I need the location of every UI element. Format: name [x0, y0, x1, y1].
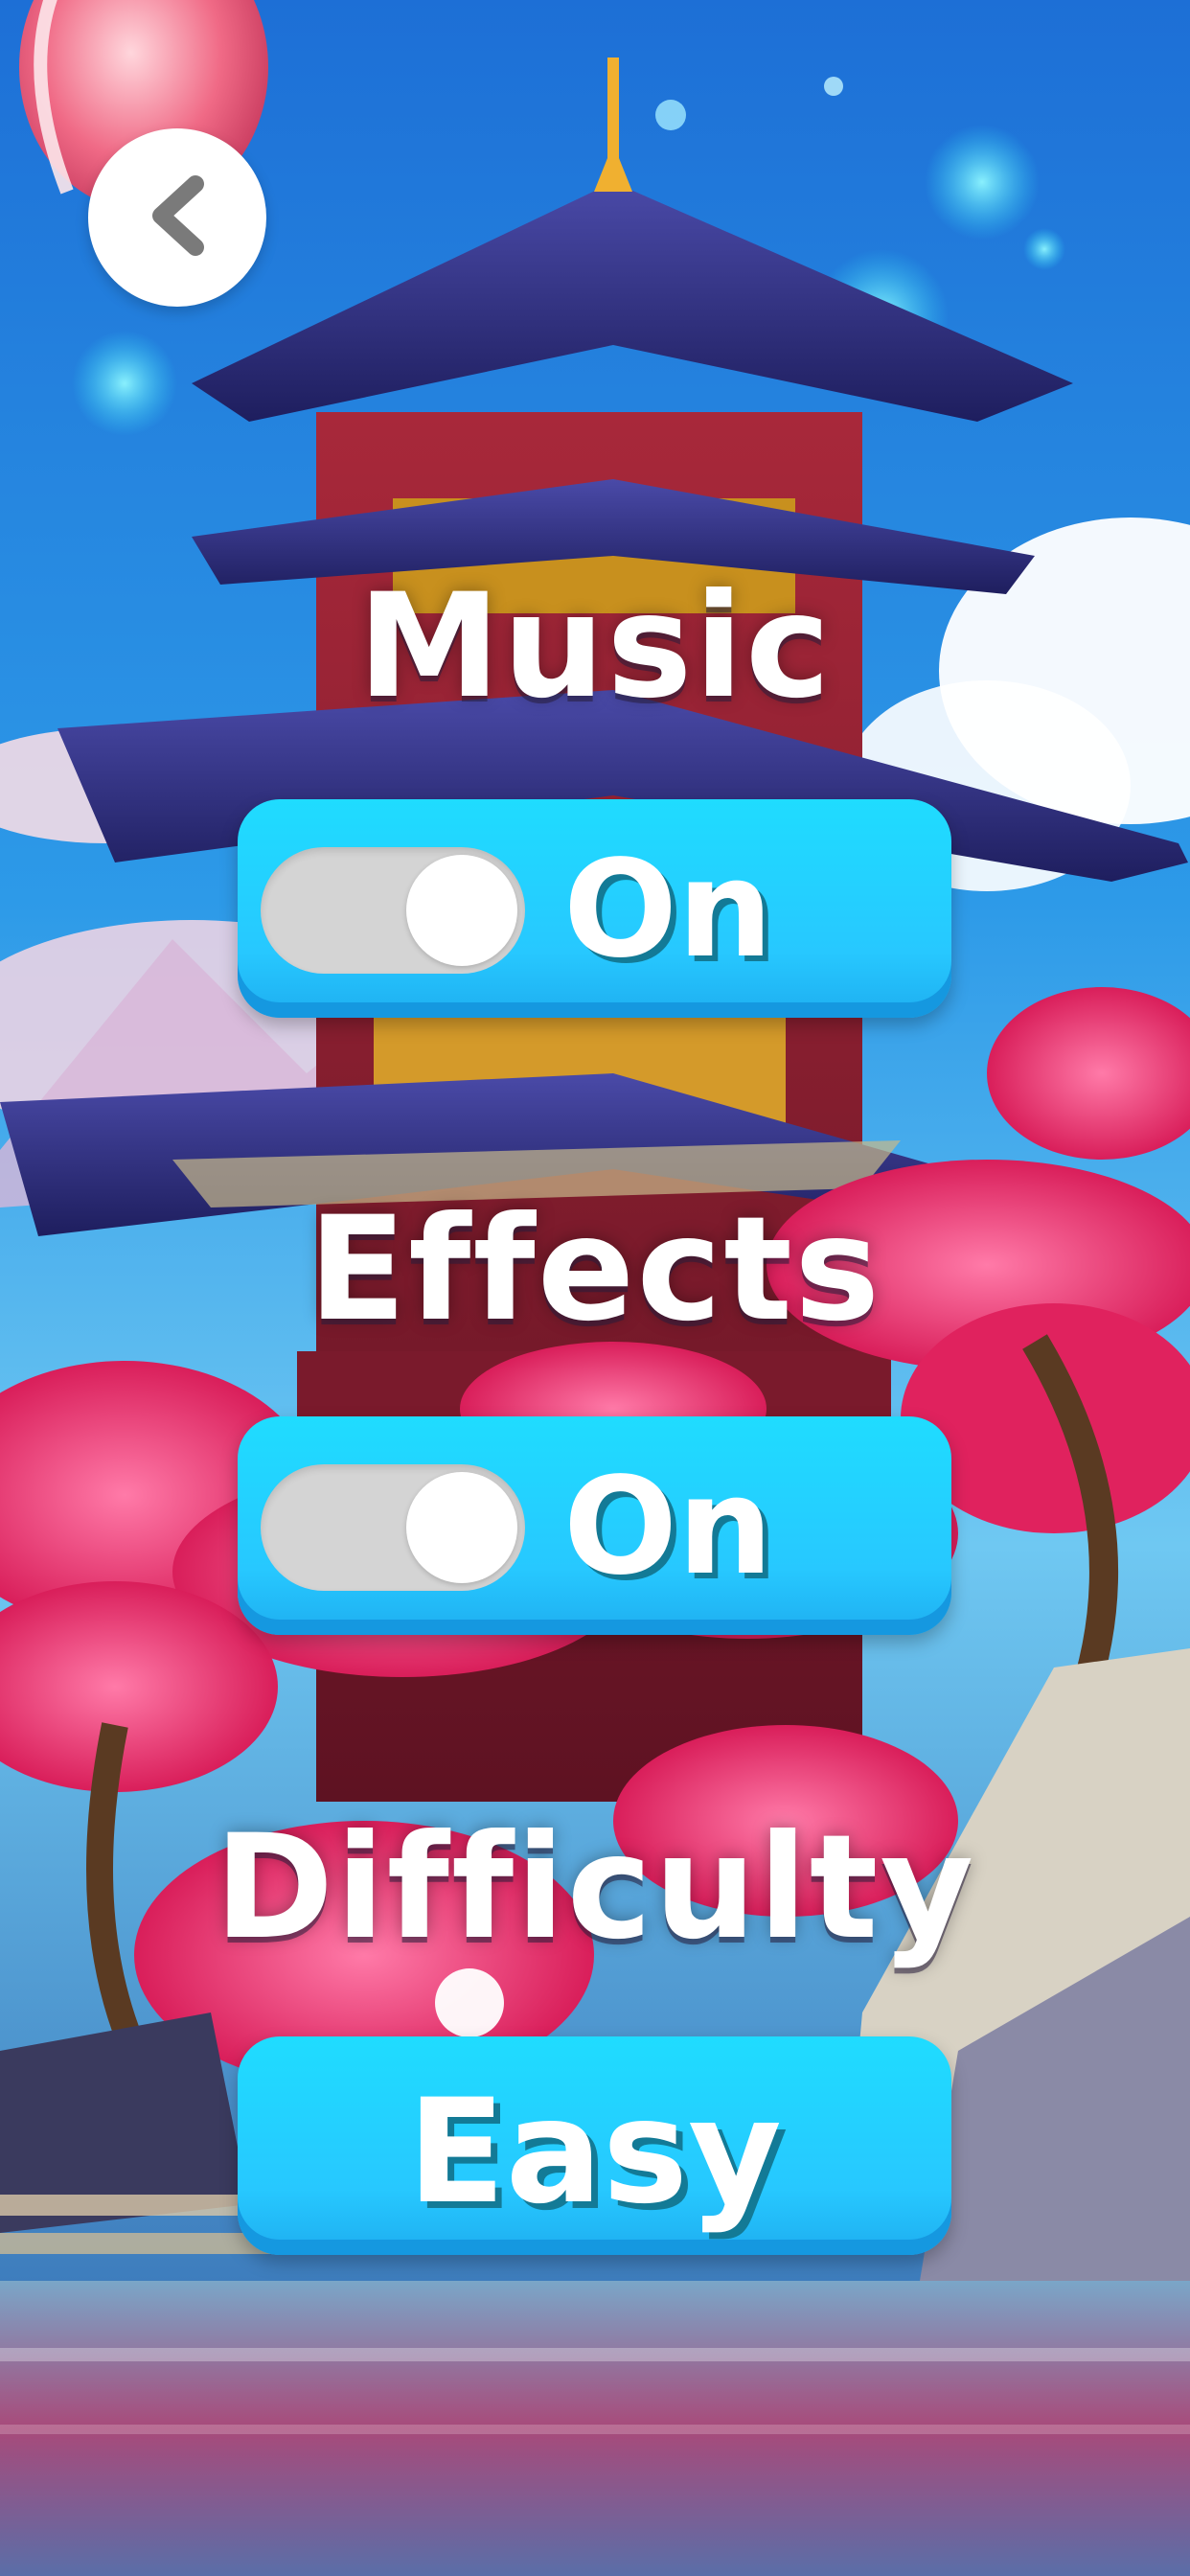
music-toggle-value: On — [563, 832, 773, 988]
effects-toggle-knob — [406, 1472, 517, 1583]
chevron-left-icon — [144, 174, 211, 261]
difficulty-button[interactable]: Easy — [238, 2036, 951, 2255]
music-toggle-knob — [406, 855, 517, 966]
music-toggle-switch[interactable] — [261, 847, 525, 974]
difficulty-value: Easy — [407, 2069, 782, 2236]
effects-label: Effects — [308, 1186, 882, 1353]
effects-toggle-value: On — [563, 1449, 773, 1605]
music-toggle-button[interactable]: On — [238, 799, 951, 1018]
effects-toggle-switch[interactable] — [261, 1464, 525, 1591]
difficulty-label: Difficulty — [214, 1805, 976, 1971]
effects-toggle-button[interactable]: On — [238, 1416, 951, 1635]
back-button[interactable] — [88, 128, 266, 307]
music-label: Music — [357, 564, 833, 730]
